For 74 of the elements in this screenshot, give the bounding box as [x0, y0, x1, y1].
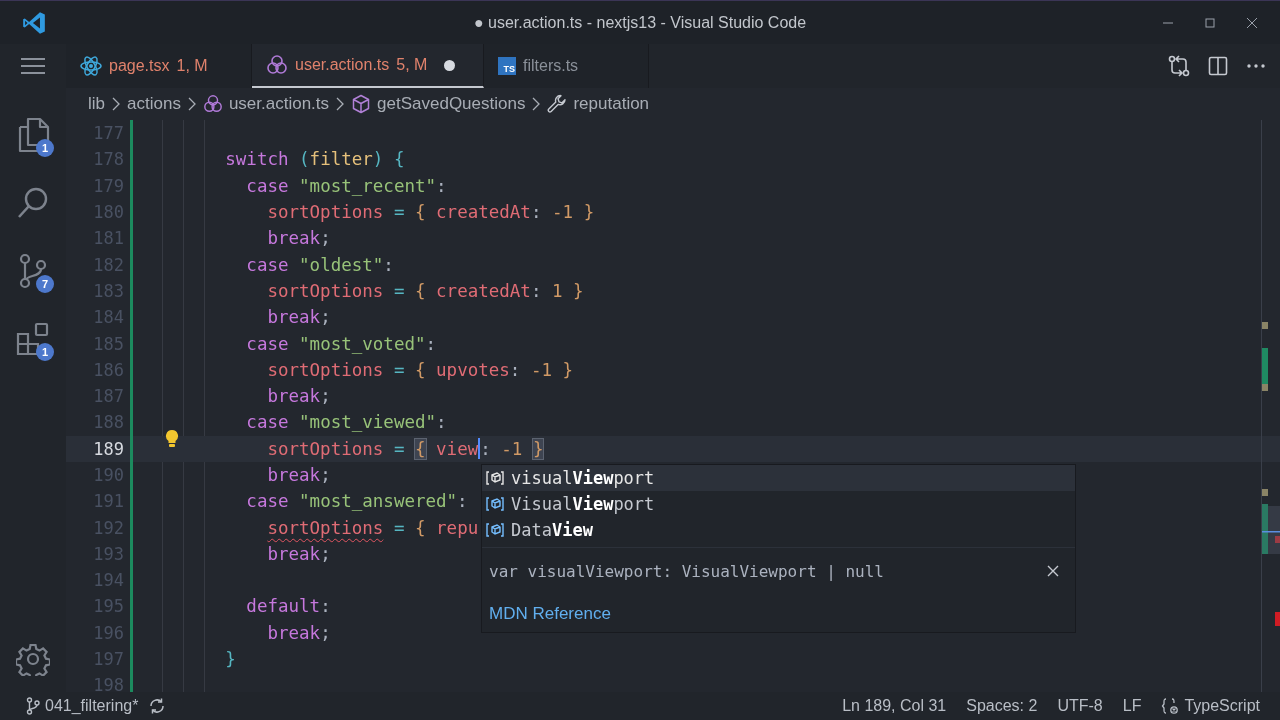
sync-icon[interactable]: [148, 697, 167, 715]
unsaved-dot[interactable]: [444, 59, 456, 71]
editor-tab[interactable]: user.action.ts 5, M: [252, 44, 484, 88]
variable-icon: [485, 522, 505, 538]
suggestion-item[interactable]: DataView: [482, 517, 1075, 543]
line-number: 189: [93, 438, 124, 459]
problem-count: 1, M: [176, 57, 208, 75]
breadcrumb-item[interactable]: lib: [88, 94, 105, 114]
menu-icon[interactable]: [20, 56, 46, 76]
problem-count: 5, M: [396, 56, 428, 74]
code-line: break;: [266, 622, 331, 643]
close-icon[interactable]: [1047, 565, 1059, 577]
branch-icon: [26, 697, 40, 715]
count-badge: 7: [36, 275, 54, 293]
encoding-status[interactable]: UTF-8: [1057, 697, 1103, 715]
close-icon[interactable]: [1246, 16, 1258, 29]
chevron-right-icon: [187, 97, 196, 111]
code-line: break;: [266, 543, 331, 564]
code-line: case "oldest":: [245, 254, 394, 275]
extensions-icon[interactable]: [16, 322, 50, 356]
indentation-status[interactable]: Spaces: 2: [966, 697, 1038, 715]
breadcrumb-item[interactable]: getSavedQuestions: [351, 94, 526, 114]
atom-icon: [80, 55, 102, 77]
breadcrumb-item[interactable]: actions: [127, 94, 181, 114]
code-line: sortOptions = { view: -1 }: [266, 438, 544, 460]
window-title: ● user.action.ts - nextjs13 - Visual Studio Code: [473, 13, 807, 32]
branch-status[interactable]: 041_filtering*: [26, 697, 139, 715]
code-line: case "most_viewed":: [245, 412, 447, 433]
code-line: case "most_answered":: [245, 491, 468, 512]
code-line: }: [224, 649, 236, 670]
lightbulb-icon[interactable]: [165, 428, 179, 449]
code-line: break;: [266, 386, 331, 407]
variable-icon: [485, 470, 505, 486]
suggestion-item[interactable]: visualViewport: [482, 465, 1075, 491]
module-icon: [202, 94, 223, 114]
suggestion-item[interactable]: VisualViewport: [482, 491, 1075, 517]
module-icon: [266, 54, 288, 76]
cube-icon: [351, 94, 372, 114]
search-icon[interactable]: [16, 186, 50, 220]
maximize-icon[interactable]: [1204, 16, 1216, 29]
code-line: sortOptions = { upvotes: -1 }: [266, 359, 574, 380]
code-line: sortOptions = { createdAt: -1 }: [266, 202, 595, 223]
chevron-right-icon: [112, 97, 120, 111]
source-control-icon[interactable]: [17, 253, 49, 289]
wrench-icon: [547, 94, 568, 114]
code-line: break;: [266, 465, 331, 485]
code-line: case "most_voted":: [245, 333, 437, 354]
code-line: default:: [245, 596, 331, 617]
files-icon[interactable]: [16, 117, 50, 153]
chevron-right-icon: [336, 97, 345, 111]
braces-icon: [1161, 697, 1180, 715]
breadcrumb-item[interactable]: user.action.ts: [202, 94, 330, 114]
code-line: break;: [266, 228, 331, 249]
language-status[interactable]: TypeScript: [1161, 697, 1260, 715]
code-line: case "most_recent":: [245, 175, 447, 196]
chevron-right-icon: [532, 97, 541, 111]
count-badge: 1: [36, 343, 54, 361]
cursor-position[interactable]: Ln 189, Col 31: [842, 697, 947, 715]
compare-changes-icon[interactable]: [1168, 55, 1190, 77]
count-badge: 1: [36, 139, 54, 157]
app-logo-icon: [21, 9, 47, 36]
typescript-icon: TS: [498, 57, 516, 75]
code-line: sortOptions = { repu: [266, 517, 479, 538]
more-actions-icon[interactable]: [1246, 63, 1266, 69]
reference-link[interactable]: MDN Reference: [489, 604, 611, 624]
breadcrumb-item[interactable]: reputation: [547, 94, 650, 114]
code-line: break;: [266, 307, 331, 328]
line-ending-status[interactable]: LF: [1122, 697, 1142, 715]
type-signature: var visualViewport: VisualViewport | null: [489, 561, 884, 581]
code-line: sortOptions = { createdAt: 1 }: [266, 280, 584, 301]
code-line: switch (filter) {: [224, 149, 405, 170]
split-editor-icon[interactable]: [1208, 56, 1228, 76]
variable-icon: [485, 496, 505, 512]
settings-icon[interactable]: [16, 642, 50, 676]
